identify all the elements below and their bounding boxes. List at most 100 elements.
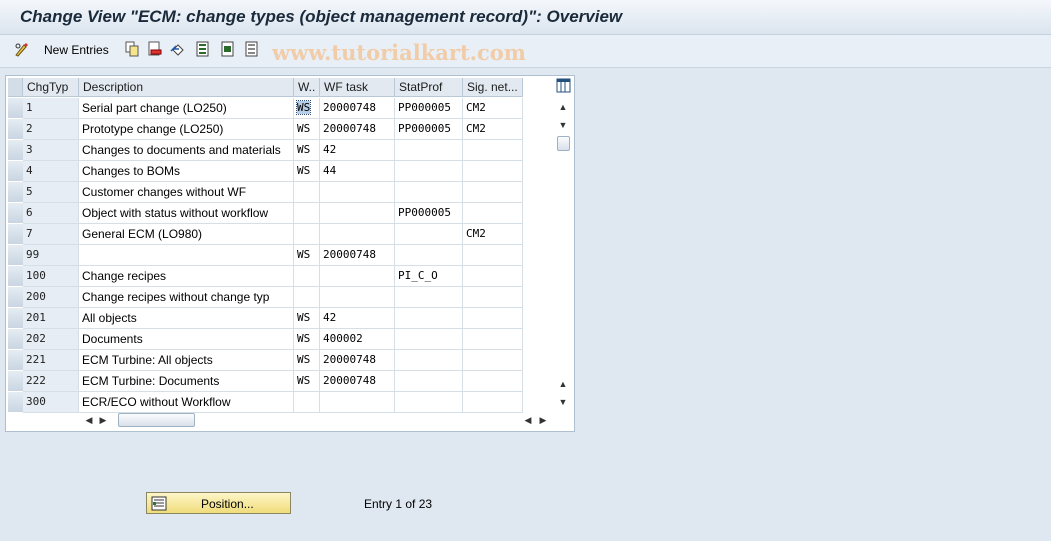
cell-statprof[interactable] <box>395 392 463 413</box>
cell-w[interactable]: WS <box>294 308 320 329</box>
cell-statprof[interactable] <box>395 245 463 266</box>
table-row[interactable]: 200 Change recipes without change typ <box>6 287 554 308</box>
cell-w[interactable] <box>294 203 320 224</box>
cell-wf-task[interactable] <box>320 224 395 245</box>
select-all-icon[interactable] <box>195 41 211 59</box>
new-entries-button[interactable]: New Entries <box>44 43 109 57</box>
cell-description[interactable]: Customer changes without WF <box>79 182 294 203</box>
page-up-icon[interactable]: ▲ <box>556 377 570 391</box>
cell-w[interactable]: WS <box>294 98 320 119</box>
column-header-statprof[interactable]: StatProf <box>395 78 463 97</box>
row-selector[interactable] <box>8 224 24 245</box>
scroll-right-icon[interactable]: ▶ <box>96 413 110 427</box>
cell-wf-task[interactable] <box>320 203 395 224</box>
row-selector[interactable] <box>8 371 24 392</box>
glasses-pencil-icon[interactable] <box>14 41 30 59</box>
cell-w[interactable]: WS <box>294 119 320 140</box>
cell-statprof[interactable] <box>395 308 463 329</box>
cell-sig-net[interactable]: CM2 <box>463 119 523 140</box>
cell-wf-task[interactable] <box>320 287 395 308</box>
cell-w[interactable]: WS <box>294 140 320 161</box>
cell-description[interactable]: General ECM (LO980) <box>79 224 294 245</box>
cell-wf-task[interactable]: 42 <box>320 308 395 329</box>
cell-statprof[interactable] <box>395 329 463 350</box>
cell-sig-net[interactable] <box>463 329 523 350</box>
cell-wf-task[interactable] <box>320 266 395 287</box>
table-row[interactable]: 1 Serial part change (LO250) WS 20000748 PP0… <box>6 98 554 119</box>
cell-statprof[interactable]: PP000005 <box>395 98 463 119</box>
scroll-end-left-icon[interactable]: ◀ <box>521 413 535 427</box>
vertical-scrollbar[interactable]: ▲ ▼ ▲ ▼ <box>555 78 572 411</box>
row-selector[interactable] <box>8 350 24 371</box>
cell-wf-task[interactable]: 20000748 <box>320 371 395 392</box>
table-row[interactable]: 5 Customer changes without WF <box>6 182 554 203</box>
cell-description[interactable]: Changes to BOMs <box>79 161 294 182</box>
table-row[interactable]: 202 Documents WS 400002 <box>6 329 554 350</box>
row-selector[interactable] <box>8 392 24 413</box>
table-row[interactable]: 222 ECM Turbine: Documents WS 20000748 <box>6 371 554 392</box>
select-all-header[interactable] <box>8 78 23 97</box>
deselect-all-icon[interactable] <box>244 41 260 59</box>
cell-w[interactable]: WS <box>294 371 320 392</box>
table-row[interactable]: 3 Changes to documents and materials WS 42 <box>6 140 554 161</box>
cell-sig-net[interactable]: CM2 <box>463 98 523 119</box>
position-button[interactable]: Position... <box>146 492 291 514</box>
cell-description[interactable]: Documents <box>79 329 294 350</box>
cell-description[interactable]: Prototype change (LO250) <box>79 119 294 140</box>
undo-icon[interactable] <box>170 41 186 59</box>
table-row[interactable]: 100 Change recipes PI_C_O <box>6 266 554 287</box>
table-row[interactable]: 99 WS 20000748 <box>6 245 554 266</box>
row-selector[interactable] <box>8 119 24 140</box>
cell-description[interactable]: ECM Turbine: All objects <box>79 350 294 371</box>
focused-cell-value[interactable]: WS <box>295 100 312 115</box>
cell-wf-task[interactable]: 400002 <box>320 329 395 350</box>
cell-sig-net[interactable] <box>463 161 523 182</box>
cell-wf-task[interactable]: 20000748 <box>320 245 395 266</box>
cell-w[interactable]: WS <box>294 350 320 371</box>
cell-w[interactable] <box>294 287 320 308</box>
cell-wf-task[interactable]: 20000748 <box>320 98 395 119</box>
cell-description[interactable]: Object with status without workflow <box>79 203 294 224</box>
table-row[interactable]: 6 Object with status without workflow PP00… <box>6 203 554 224</box>
row-selector[interactable] <box>8 98 24 119</box>
select-block-icon[interactable] <box>220 41 236 59</box>
table-row[interactable]: 221 ECM Turbine: All objects WS 20000748 <box>6 350 554 371</box>
cell-description[interactable]: Changes to documents and materials <box>79 140 294 161</box>
cell-wf-task[interactable]: 20000748 <box>320 350 395 371</box>
cell-w[interactable] <box>294 392 320 413</box>
cell-statprof[interactable] <box>395 224 463 245</box>
cell-wf-task[interactable]: 44 <box>320 161 395 182</box>
cell-description[interactable] <box>79 245 294 266</box>
cell-statprof[interactable] <box>395 161 463 182</box>
row-selector[interactable] <box>8 140 24 161</box>
scroll-down-icon[interactable]: ▼ <box>556 395 570 409</box>
cell-sig-net[interactable] <box>463 245 523 266</box>
copy-icon[interactable] <box>124 41 140 59</box>
cell-description[interactable]: Serial part change (LO250) <box>79 98 294 119</box>
cell-sig-net[interactable] <box>463 203 523 224</box>
cell-w[interactable]: WS <box>294 161 320 182</box>
cell-description[interactable]: All objects <box>79 308 294 329</box>
cell-sig-net[interactable] <box>463 392 523 413</box>
cell-description[interactable]: ECR/ECO without Workflow <box>79 392 294 413</box>
row-selector[interactable] <box>8 329 24 350</box>
cell-description[interactable]: Change recipes <box>79 266 294 287</box>
cell-wf-task[interactable] <box>320 182 395 203</box>
cell-statprof[interactable] <box>395 371 463 392</box>
row-selector[interactable] <box>8 287 24 308</box>
cell-sig-net[interactable] <box>463 266 523 287</box>
cell-w[interactable]: WS <box>294 329 320 350</box>
horizontal-scroll-thumb[interactable] <box>118 413 195 427</box>
cell-sig-net[interactable] <box>463 350 523 371</box>
scroll-up-icon[interactable]: ▲ <box>556 100 570 114</box>
cell-statprof[interactable]: PP000005 <box>395 203 463 224</box>
cell-wf-task[interactable] <box>320 392 395 413</box>
table-row[interactable]: 7 General ECM (LO980) CM2 <box>6 224 554 245</box>
row-selector[interactable] <box>8 266 24 287</box>
row-selector[interactable] <box>8 245 24 266</box>
vertical-scroll-thumb[interactable] <box>557 136 570 151</box>
page-down-icon[interactable]: ▼ <box>556 118 570 132</box>
cell-statprof[interactable] <box>395 140 463 161</box>
cell-sig-net[interactable] <box>463 287 523 308</box>
column-settings-icon[interactable] <box>556 78 571 96</box>
